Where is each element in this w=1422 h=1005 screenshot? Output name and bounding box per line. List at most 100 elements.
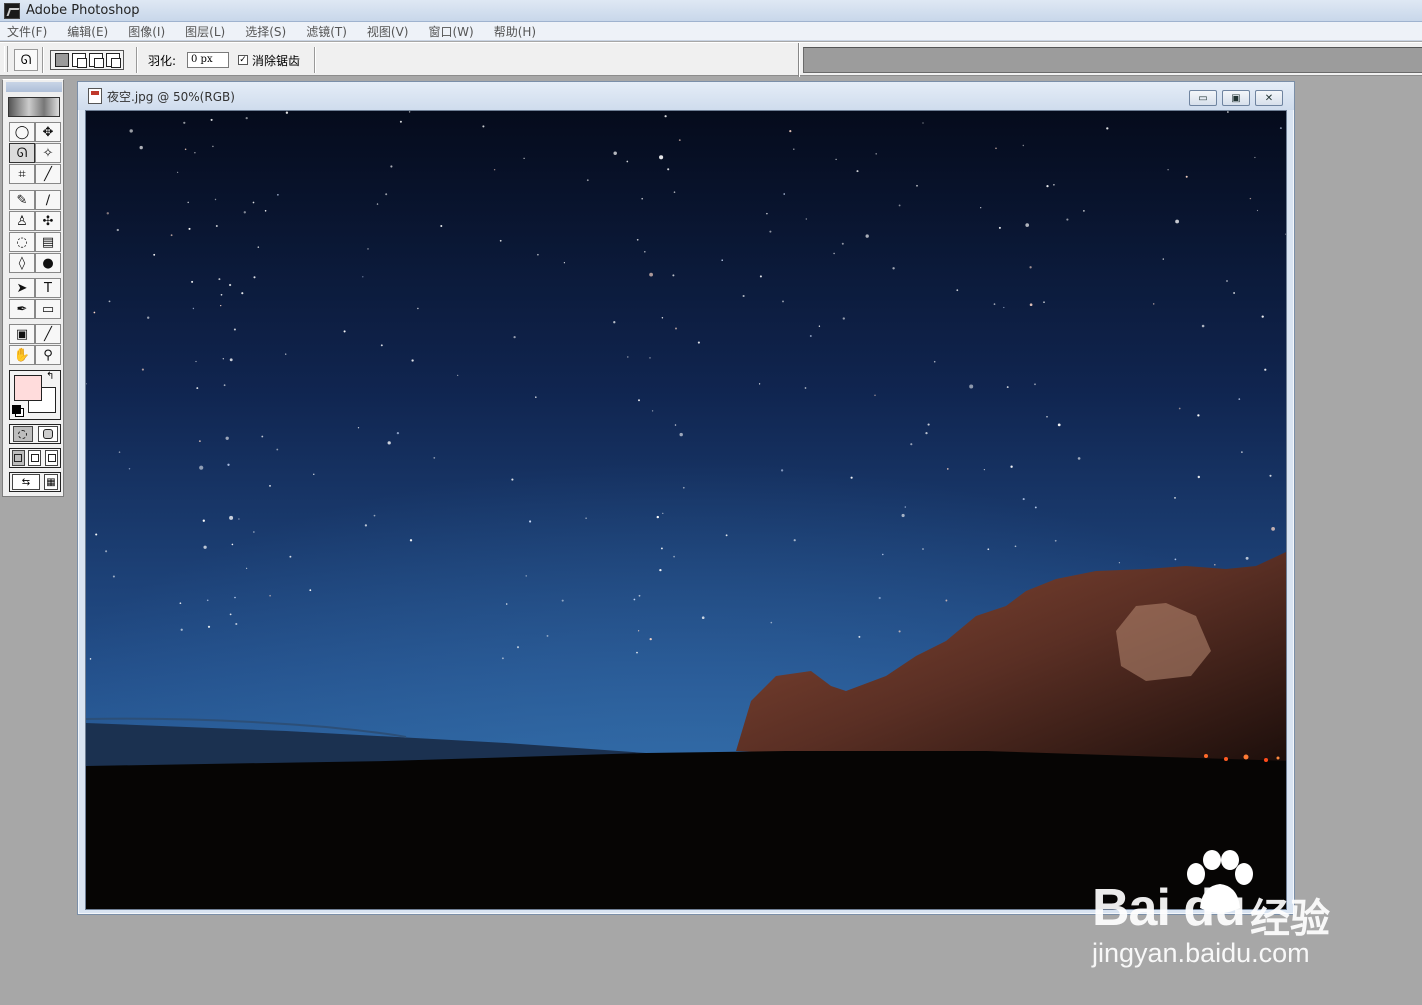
star (112, 575, 115, 578)
star (1014, 545, 1017, 548)
toolbox-caption[interactable] (6, 82, 62, 92)
tool-row: ✋ ⚲ (9, 345, 61, 365)
hand-icon[interactable]: ✋ (9, 345, 35, 365)
document-icon (88, 88, 102, 104)
star (229, 358, 233, 362)
star (725, 534, 728, 537)
star (675, 327, 677, 330)
star (904, 506, 907, 508)
crop-icon[interactable]: ⌗ (9, 164, 35, 184)
rectangle-icon[interactable]: ▭ (35, 299, 61, 319)
tool-row: ◌ ▤ (9, 232, 61, 252)
menu-layer[interactable]: 图层(L) (182, 23, 228, 40)
menu-help[interactable]: 帮助(H) (491, 23, 539, 40)
star (210, 118, 213, 121)
menu-edit[interactable]: 编辑(E) (64, 23, 111, 40)
document-window: 夜空.jpg @ 50%(RGB) ▭ ▣ ✕ (77, 81, 1295, 915)
menu-window[interactable]: 窗口(W) (425, 23, 476, 40)
tool-row: ◊ ● (9, 253, 61, 273)
slice-icon[interactable]: ╱ (35, 164, 61, 184)
menu-view[interactable]: 视图(V) (364, 23, 412, 40)
new-selection-icon[interactable] (54, 53, 69, 67)
star (983, 468, 986, 471)
star (231, 543, 234, 546)
magic-wand-icon[interactable]: ✧ (35, 143, 61, 163)
menu-select[interactable]: 选择(S) (242, 23, 289, 40)
image-canvas[interactable] (85, 110, 1287, 910)
full-screen-icon[interactable] (45, 450, 59, 466)
pen-icon[interactable]: ✒ (9, 299, 35, 319)
star (672, 274, 675, 277)
add-selection-icon[interactable] (71, 53, 87, 68)
close-button[interactable]: ✕ (1255, 90, 1283, 106)
subtract-selection-icon[interactable] (88, 53, 104, 68)
star (493, 168, 496, 171)
type-icon[interactable]: T (35, 278, 61, 298)
star (858, 635, 861, 638)
star (898, 204, 901, 207)
jump-to-imageready-icon[interactable]: ⇆ (12, 474, 40, 490)
star (833, 252, 835, 255)
star (613, 151, 617, 156)
path-selection-icon[interactable]: ➤ (9, 278, 35, 298)
eyedropper-icon[interactable]: ╱ (35, 324, 61, 344)
clone-stamp-icon[interactable]: ♙ (9, 211, 35, 231)
star (613, 321, 616, 324)
tool-row: ◯ ✥ (9, 122, 61, 142)
star (264, 210, 267, 212)
default-colors-icon[interactable] (12, 405, 21, 414)
star (364, 524, 368, 527)
swap-colors-icon[interactable]: ↰ (46, 371, 54, 382)
lasso-icon[interactable]: ᘏ (14, 49, 38, 71)
star (697, 341, 700, 344)
dodge-icon[interactable]: ● (35, 253, 61, 273)
marquee-icon[interactable]: ◯ (9, 122, 35, 142)
star (661, 317, 664, 319)
document-titlebar[interactable]: 夜空.jpg @ 50%(RGB) (78, 82, 1294, 110)
menu-image[interactable]: 图像(I) (125, 23, 168, 40)
gradient-icon[interactable]: ▤ (35, 232, 61, 252)
maximize-button[interactable]: ▣ (1222, 90, 1250, 106)
standard-screen-icon[interactable] (11, 450, 25, 466)
full-screen-menu-icon[interactable] (28, 450, 42, 466)
feather-input[interactable]: 0 px (187, 52, 229, 68)
history-brush-icon[interactable]: ✣ (35, 211, 61, 231)
adobe-online-icon[interactable] (8, 97, 60, 117)
star (898, 630, 901, 633)
standard-mode-icon[interactable] (12, 426, 33, 442)
menu-filter[interactable]: 滤镜(T) (303, 23, 350, 40)
star (1233, 292, 1235, 294)
notes-icon[interactable]: ▣ (9, 324, 35, 344)
healing-brush-icon[interactable]: ✎ (9, 190, 35, 210)
foreground-color-swatch[interactable] (14, 375, 42, 401)
blur-icon[interactable]: ◊ (9, 253, 35, 273)
palette-well[interactable] (803, 47, 1422, 73)
brush-icon[interactable]: ∕ (35, 190, 61, 210)
star (218, 278, 221, 281)
star (782, 300, 784, 303)
star (220, 304, 222, 307)
antialias-label: 消除锯齿 (252, 54, 301, 68)
move-icon[interactable]: ✥ (35, 122, 61, 142)
star (417, 307, 419, 310)
menu-file[interactable]: 文件(F) (4, 23, 50, 40)
eraser-icon[interactable]: ◌ (9, 232, 35, 252)
minimize-button[interactable]: ▭ (1189, 90, 1217, 106)
star (196, 387, 199, 390)
intersect-selection-icon[interactable] (105, 53, 121, 68)
color-area: ↰ (9, 370, 61, 420)
star (641, 197, 643, 200)
zoom-icon[interactable]: ⚲ (35, 345, 61, 365)
star (499, 239, 502, 242)
quick-mask-icon[interactable] (37, 426, 58, 442)
star (222, 358, 224, 360)
star (626, 160, 629, 163)
star (1238, 398, 1241, 400)
star (1175, 219, 1180, 224)
antialias-checkbox[interactable]: ✓ (238, 55, 248, 65)
options-bar-grip[interactable] (4, 46, 8, 72)
lasso-icon[interactable]: ᘏ (9, 143, 35, 163)
star (644, 250, 646, 253)
star (202, 519, 205, 522)
imageready-icon[interactable]: ▦ (44, 474, 58, 490)
